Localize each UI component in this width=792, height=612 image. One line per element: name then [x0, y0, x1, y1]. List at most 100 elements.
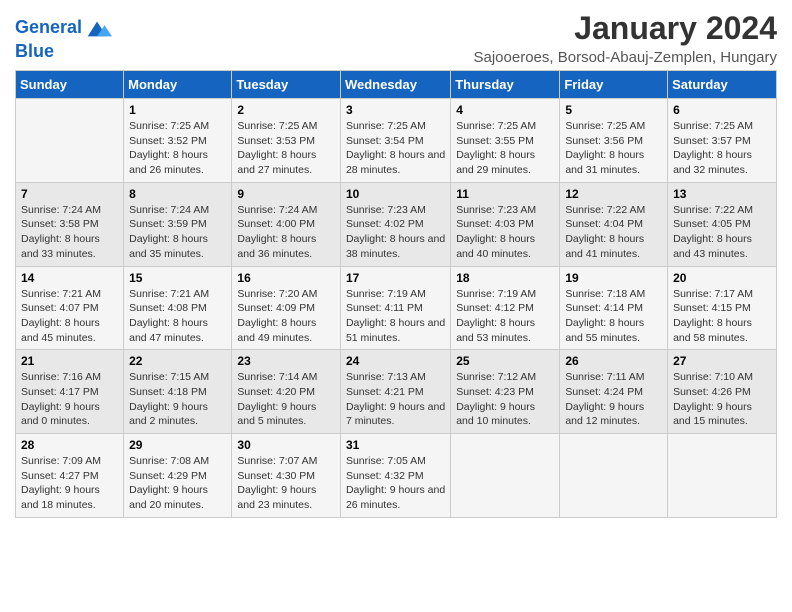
cell-content: Sunrise: 7:19 AMSunset: 4:11 PMDaylight:… [346, 287, 445, 346]
calendar-cell: 1 Sunrise: 7:25 AMSunset: 3:52 PMDaylight… [124, 99, 232, 183]
cell-content: Sunrise: 7:25 AMSunset: 3:55 PMDaylight:… [456, 119, 554, 178]
calendar-cell: 19 Sunrise: 7:18 AMSunset: 4:14 PMDayligh… [560, 266, 668, 350]
calendar-cell [451, 434, 560, 518]
cell-content: Sunrise: 7:17 AMSunset: 4:15 PMDaylight:… [673, 287, 771, 346]
cell-content: Sunrise: 7:15 AMSunset: 4:18 PMDaylight:… [129, 370, 226, 429]
cell-content: Sunrise: 7:25 AMSunset: 3:54 PMDaylight:… [346, 119, 445, 178]
cell-content: Sunrise: 7:24 AMSunset: 4:00 PMDaylight:… [237, 203, 335, 262]
day-number: 16 [237, 271, 335, 285]
calendar-cell: 7Sunrise: 7:24 AMSunset: 3:58 PMDaylight… [16, 182, 124, 266]
calendar-cell: 8 Sunrise: 7:24 AMSunset: 3:59 PMDaylight… [124, 182, 232, 266]
cell-content: Sunrise: 7:16 AMSunset: 4:17 PMDaylight:… [21, 370, 118, 429]
header-tuesday: Tuesday [232, 71, 341, 99]
calendar-cell: 21 Sunrise: 7:16 AMSunset: 4:17 PMDayligh… [16, 350, 124, 434]
day-number: 24 [346, 354, 445, 368]
calendar-cell: 30 Sunrise: 7:07 AMSunset: 4:30 PMDayligh… [232, 434, 341, 518]
header: General Blue January 2024 Sajooeroes, Bo… [15, 10, 777, 66]
day-number: 25 [456, 354, 554, 368]
logo-icon [84, 14, 112, 42]
day-number: 4 [456, 103, 554, 117]
cell-content: Sunrise: 7:25 AMSunset: 3:53 PMDaylight:… [237, 119, 335, 178]
logo-text: General [15, 18, 82, 38]
cell-content: Sunrise: 7:18 AMSunset: 4:14 PMDaylight:… [565, 287, 662, 346]
cell-content: Sunrise: 7:25 AMSunset: 3:52 PMDaylight:… [129, 119, 226, 178]
day-number: 10 [346, 187, 445, 201]
cell-content: Sunrise: 7:13 AMSunset: 4:21 PMDaylight:… [346, 370, 445, 429]
header-sunday: Sunday [16, 71, 124, 99]
header-wednesday: Wednesday [340, 71, 450, 99]
day-number: 14 [21, 271, 118, 285]
calendar-week-2: 7Sunrise: 7:24 AMSunset: 3:58 PMDaylight… [16, 182, 777, 266]
cell-content: Sunrise: 7:10 AMSunset: 4:26 PMDaylight:… [673, 370, 771, 429]
calendar-cell: 27 Sunrise: 7:10 AMSunset: 4:26 PMDayligh… [668, 350, 777, 434]
cell-content: Sunrise: 7:23 AMSunset: 4:02 PMDaylight:… [346, 203, 445, 262]
title-area: January 2024 Sajooeroes, Borsod-Abauj-Ze… [474, 10, 778, 66]
header-monday: Monday [124, 71, 232, 99]
calendar-cell [668, 434, 777, 518]
calendar-cell: 5 Sunrise: 7:25 AMSunset: 3:56 PMDaylight… [560, 99, 668, 183]
calendar-cell: 18 Sunrise: 7:19 AMSunset: 4:12 PMDayligh… [451, 266, 560, 350]
calendar-cell: 14 Sunrise: 7:21 AMSunset: 4:07 PMDayligh… [16, 266, 124, 350]
subtitle: Sajooeroes, Borsod-Abauj-Zemplen, Hungar… [474, 49, 778, 66]
day-number: 8 [129, 187, 226, 201]
cell-content: Sunrise: 7:05 AMSunset: 4:32 PMDaylight:… [346, 454, 445, 513]
day-number: 1 [129, 103, 226, 117]
day-number: 2 [237, 103, 335, 117]
calendar-cell: 22 Sunrise: 7:15 AMSunset: 4:18 PMDayligh… [124, 350, 232, 434]
calendar-cell: 24 Sunrise: 7:13 AMSunset: 4:21 PMDayligh… [340, 350, 450, 434]
calendar-cell: 2 Sunrise: 7:25 AMSunset: 3:53 PMDaylight… [232, 99, 341, 183]
calendar-cell: 4 Sunrise: 7:25 AMSunset: 3:55 PMDaylight… [451, 99, 560, 183]
day-number: 26 [565, 354, 662, 368]
day-number: 31 [346, 438, 445, 452]
calendar-week-5: 28Sunrise: 7:09 AMSunset: 4:27 PMDayligh… [16, 434, 777, 518]
calendar-header-row: SundayMondayTuesdayWednesdayThursdayFrid… [16, 71, 777, 99]
day-number: 17 [346, 271, 445, 285]
cell-content: Sunrise: 7:20 AMSunset: 4:09 PMDaylight:… [237, 287, 335, 346]
cell-content: Sunrise: 7:07 AMSunset: 4:30 PMDaylight:… [237, 454, 335, 513]
calendar-cell: 15Sunrise: 7:21 AMSunset: 4:08 PMDayligh… [124, 266, 232, 350]
calendar-cell: 28Sunrise: 7:09 AMSunset: 4:27 PMDayligh… [16, 434, 124, 518]
cell-content: Sunrise: 7:22 AMSunset: 4:04 PMDaylight:… [565, 203, 662, 262]
calendar-week-1: 1 Sunrise: 7:25 AMSunset: 3:52 PMDaylight… [16, 99, 777, 183]
day-number: 13 [673, 187, 771, 201]
day-number: 9 [237, 187, 335, 201]
cell-content: Sunrise: 7:23 AMSunset: 4:03 PMDaylight:… [456, 203, 554, 262]
day-number: 21 [21, 354, 118, 368]
cell-content: Sunrise: 7:21 AMSunset: 4:07 PMDaylight:… [21, 287, 118, 346]
calendar-week-4: 21 Sunrise: 7:16 AMSunset: 4:17 PMDayligh… [16, 350, 777, 434]
calendar-cell: 11Sunrise: 7:23 AMSunset: 4:03 PMDayligh… [451, 182, 560, 266]
cell-content: Sunrise: 7:24 AMSunset: 3:59 PMDaylight:… [129, 203, 226, 262]
cell-content: Sunrise: 7:12 AMSunset: 4:23 PMDaylight:… [456, 370, 554, 429]
calendar-cell: 20 Sunrise: 7:17 AMSunset: 4:15 PMDayligh… [668, 266, 777, 350]
calendar-cell: 25 Sunrise: 7:12 AMSunset: 4:23 PMDayligh… [451, 350, 560, 434]
calendar-cell: 10 Sunrise: 7:23 AMSunset: 4:02 PMDayligh… [340, 182, 450, 266]
header-thursday: Thursday [451, 71, 560, 99]
calendar-cell: 9 Sunrise: 7:24 AMSunset: 4:00 PMDaylight… [232, 182, 341, 266]
calendar-cell: 31 Sunrise: 7:05 AMSunset: 4:32 PMDayligh… [340, 434, 450, 518]
day-number: 7 [21, 187, 118, 201]
cell-content: Sunrise: 7:21 AMSunset: 4:08 PMDaylight:… [129, 287, 226, 346]
day-number: 5 [565, 103, 662, 117]
calendar-cell: 17 Sunrise: 7:19 AMSunset: 4:11 PMDayligh… [340, 266, 450, 350]
cell-content: Sunrise: 7:19 AMSunset: 4:12 PMDaylight:… [456, 287, 554, 346]
calendar-cell: 29Sunrise: 7:08 AMSunset: 4:29 PMDayligh… [124, 434, 232, 518]
day-number: 3 [346, 103, 445, 117]
cell-content: Sunrise: 7:11 AMSunset: 4:24 PMDaylight:… [565, 370, 662, 429]
day-number: 19 [565, 271, 662, 285]
day-number: 20 [673, 271, 771, 285]
day-number: 30 [237, 438, 335, 452]
cell-content: Sunrise: 7:25 AMSunset: 3:56 PMDaylight:… [565, 119, 662, 178]
calendar-cell [560, 434, 668, 518]
day-number: 18 [456, 271, 554, 285]
calendar-cell [16, 99, 124, 183]
calendar-cell: 3 Sunrise: 7:25 AMSunset: 3:54 PMDaylight… [340, 99, 450, 183]
calendar-cell: 16 Sunrise: 7:20 AMSunset: 4:09 PMDayligh… [232, 266, 341, 350]
header-friday: Friday [560, 71, 668, 99]
day-number: 27 [673, 354, 771, 368]
main-title: January 2024 [474, 10, 778, 47]
day-number: 22 [129, 354, 226, 368]
calendar-cell: 12Sunrise: 7:22 AMSunset: 4:04 PMDayligh… [560, 182, 668, 266]
calendar-table: SundayMondayTuesdayWednesdayThursdayFrid… [15, 70, 777, 518]
cell-content: Sunrise: 7:14 AMSunset: 4:20 PMDaylight:… [237, 370, 335, 429]
calendar-cell: 26 Sunrise: 7:11 AMSunset: 4:24 PMDayligh… [560, 350, 668, 434]
